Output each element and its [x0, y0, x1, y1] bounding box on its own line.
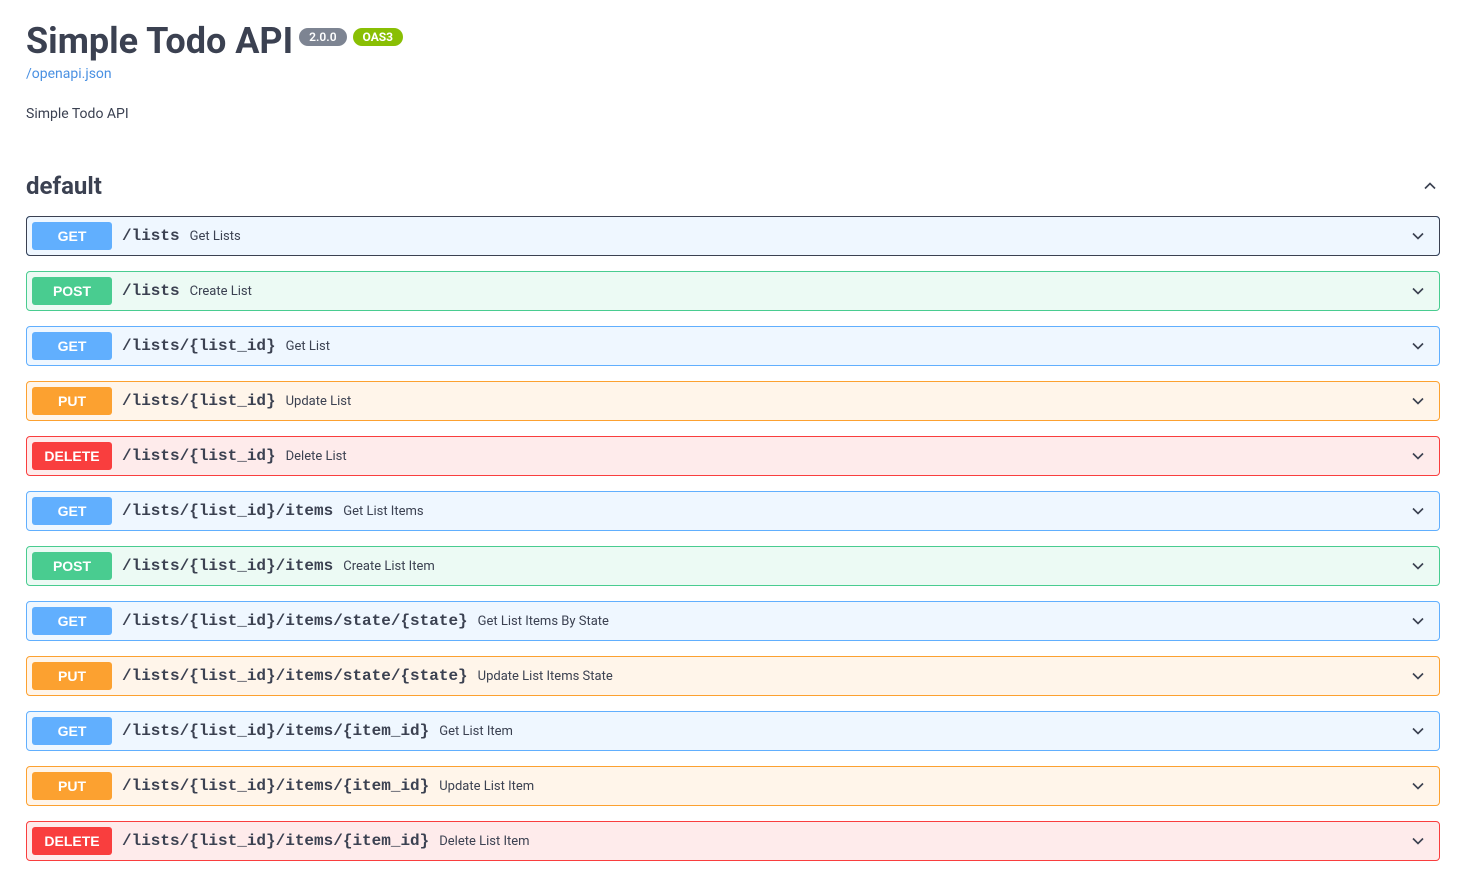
operation-row[interactable]: POST/lists Create List	[26, 271, 1440, 311]
api-header: Simple Todo API 2.0.0 OAS3 /openapi.json…	[26, 20, 1440, 122]
method-badge: PUT	[32, 772, 112, 800]
method-badge: PUT	[32, 387, 112, 415]
operation-path: /lists/{list_id}/items	[122, 557, 333, 575]
chevron-down-icon[interactable]	[1408, 776, 1428, 796]
operation-path: /lists/{list_id}	[122, 337, 276, 355]
chevron-down-icon[interactable]	[1408, 281, 1428, 301]
operation-row[interactable]: DELETE/lists/{list_id} Delete List	[26, 436, 1440, 476]
operation-path: /lists/{list_id}	[122, 447, 276, 465]
operation-path: /lists/{list_id}/items/{item_id}	[122, 777, 429, 795]
operation-row[interactable]: POST/lists/{list_id}/items Create List It…	[26, 546, 1440, 586]
operation-summary: Update List Items State	[478, 669, 1408, 684]
chevron-down-icon[interactable]	[1408, 226, 1428, 246]
operation-summary: Get Lists	[190, 229, 1408, 244]
tag-section-header[interactable]: default	[26, 172, 1440, 206]
spec-link[interactable]: /openapi.json	[26, 66, 112, 82]
chevron-down-icon[interactable]	[1408, 556, 1428, 576]
chevron-down-icon[interactable]	[1408, 501, 1428, 521]
operation-path: /lists	[122, 282, 180, 300]
oas-badge: OAS3	[353, 28, 404, 46]
title-row: Simple Todo API 2.0.0 OAS3	[26, 20, 1440, 62]
operation-summary: Get List	[286, 339, 1408, 354]
tag-section-title: default	[26, 172, 102, 200]
operation-path: /lists/{list_id}/items/{item_id}	[122, 832, 429, 850]
operation-row[interactable]: DELETE/lists/{list_id}/items/{item_id} De…	[26, 821, 1440, 861]
operation-row[interactable]: GET/lists/{list_id}/items/{item_id} Get L…	[26, 711, 1440, 751]
method-badge: GET	[32, 222, 112, 250]
operation-row[interactable]: PUT/lists/{list_id}/items/{item_id} Updat…	[26, 766, 1440, 806]
operation-row[interactable]: GET/lists Get Lists	[26, 216, 1440, 256]
operation-row[interactable]: GET/lists/{list_id}/items Get List Items	[26, 491, 1440, 531]
method-badge: PUT	[32, 662, 112, 690]
operation-summary: Create List	[190, 284, 1408, 299]
operation-row[interactable]: PUT/lists/{list_id} Update List	[26, 381, 1440, 421]
api-title: Simple Todo API	[26, 20, 293, 62]
api-description: Simple Todo API	[26, 106, 1440, 122]
operation-row[interactable]: GET/lists/{list_id} Get List	[26, 326, 1440, 366]
method-badge: DELETE	[32, 442, 112, 470]
operation-summary: Get List Items	[343, 504, 1408, 519]
method-badge: POST	[32, 552, 112, 580]
method-badge: POST	[32, 277, 112, 305]
chevron-up-icon	[1420, 176, 1440, 196]
operation-summary: Update List Item	[439, 779, 1408, 794]
operation-row[interactable]: GET/lists/{list_id}/items/state/{state} G…	[26, 601, 1440, 641]
method-badge: GET	[32, 497, 112, 525]
chevron-down-icon[interactable]	[1408, 336, 1428, 356]
operation-path: /lists/{list_id}/items/{item_id}	[122, 722, 429, 740]
operation-summary: Get List Items By State	[478, 614, 1408, 629]
operation-summary: Get List Item	[439, 724, 1408, 739]
chevron-down-icon[interactable]	[1408, 666, 1428, 686]
operation-path: /lists/{list_id}	[122, 392, 276, 410]
method-badge: GET	[32, 607, 112, 635]
operation-path: /lists/{list_id}/items	[122, 502, 333, 520]
chevron-down-icon[interactable]	[1408, 831, 1428, 851]
operation-summary: Delete List Item	[439, 834, 1408, 849]
operation-summary: Update List	[286, 394, 1408, 409]
operation-path: /lists	[122, 227, 180, 245]
chevron-down-icon[interactable]	[1408, 391, 1428, 411]
operation-row[interactable]: PUT/lists/{list_id}/items/state/{state} U…	[26, 656, 1440, 696]
method-badge: GET	[32, 717, 112, 745]
operation-summary: Delete List	[286, 449, 1408, 464]
method-badge: DELETE	[32, 827, 112, 855]
operations-list: GET/lists Get Lists POST/lists Create List G…	[26, 216, 1440, 861]
version-badge: 2.0.0	[299, 28, 346, 46]
operation-path: /lists/{list_id}/items/state/{state}	[122, 612, 468, 630]
operation-summary: Create List Item	[343, 559, 1408, 574]
method-badge: GET	[32, 332, 112, 360]
operation-path: /lists/{list_id}/items/state/{state}	[122, 667, 468, 685]
tag-section: default GET/lists Get Lists POST/lists Crea…	[26, 172, 1440, 861]
chevron-down-icon[interactable]	[1408, 721, 1428, 741]
chevron-down-icon[interactable]	[1408, 446, 1428, 466]
chevron-down-icon[interactable]	[1408, 611, 1428, 631]
